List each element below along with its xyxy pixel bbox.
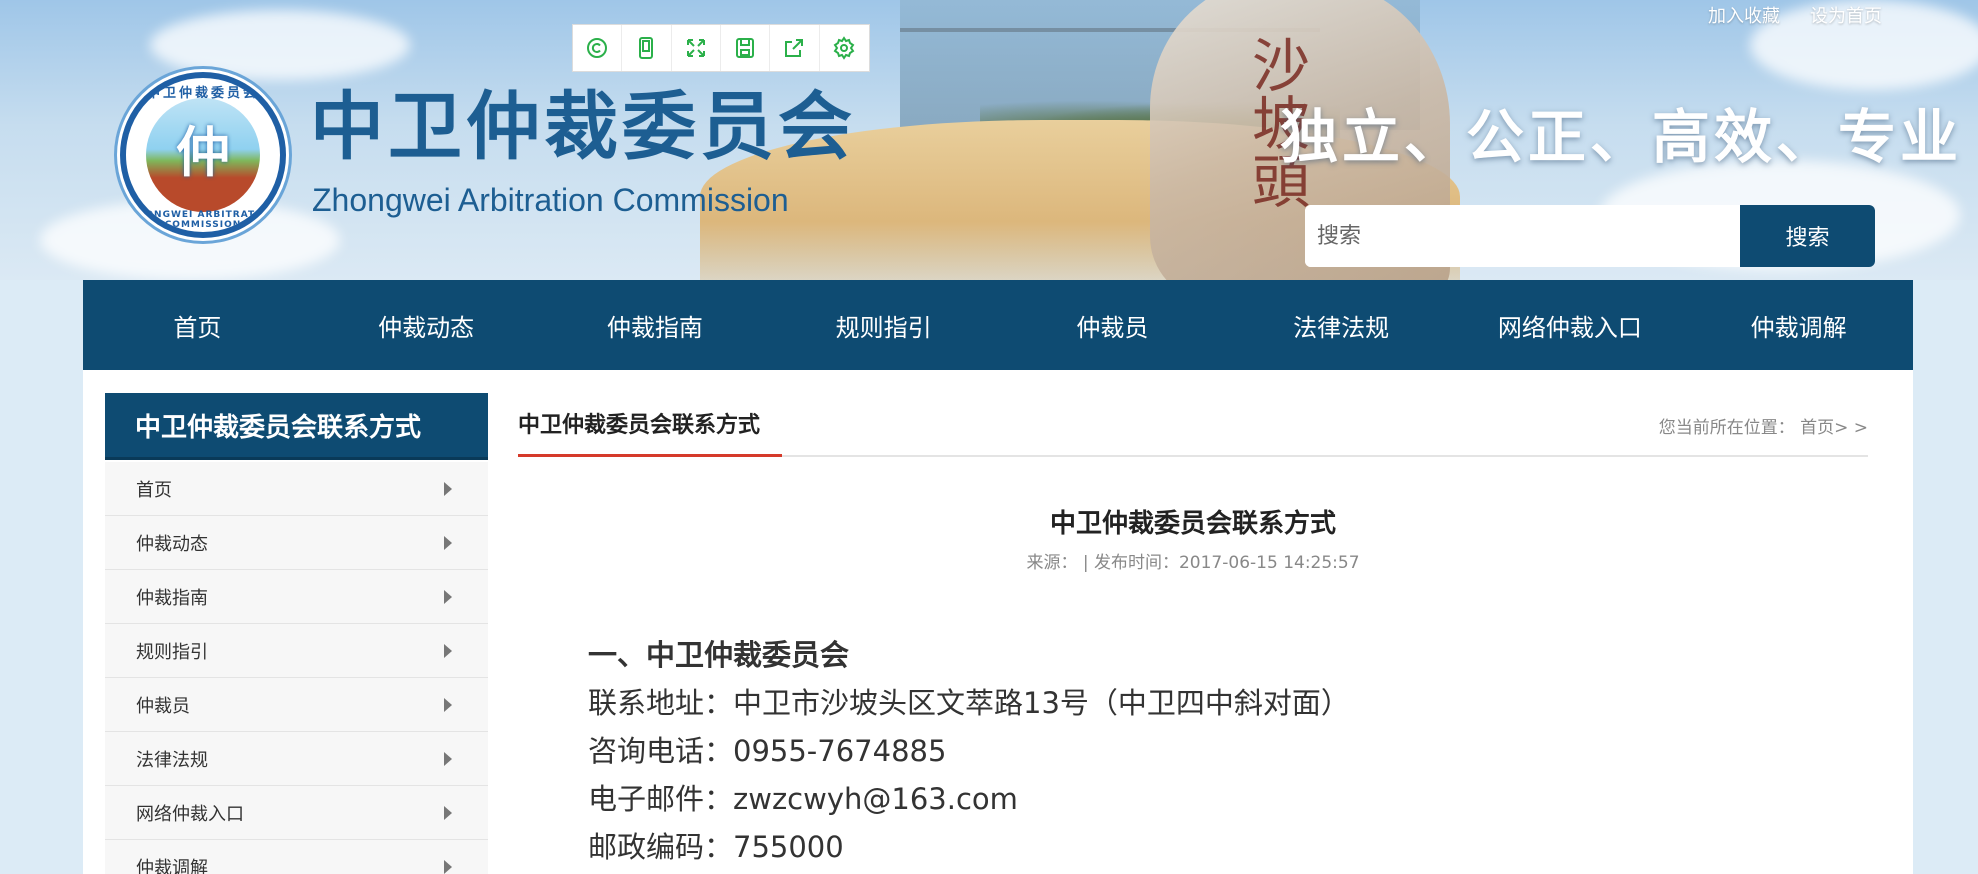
contact-phone: 咨询电话：0955-7674885 bbox=[588, 734, 947, 768]
settings-icon[interactable] bbox=[820, 25, 869, 71]
sidebar-item-label: 首页 bbox=[136, 479, 172, 501]
add-favorite-link[interactable]: 加入收藏 bbox=[1708, 2, 1780, 28]
sidebar-item-home[interactable]: 首页 bbox=[105, 462, 488, 516]
sidebar: 中卫仲裁委员会联系方式 首页 仲裁动态 仲裁指南 规则指引 仲裁员 法律法规 网… bbox=[105, 393, 488, 874]
nav-item-mediation[interactable]: 仲裁调解 bbox=[1684, 280, 1913, 370]
sidebar-item-online-arbitration[interactable]: 网络仲裁入口 bbox=[105, 786, 488, 840]
top-links: 加入收藏 设为首页 bbox=[1708, 2, 1882, 28]
site-slogan: 独立、公正、高效、专业 bbox=[1280, 103, 1963, 171]
sidebar-item-guide[interactable]: 仲裁指南 bbox=[105, 570, 488, 624]
nav-item-guide[interactable]: 仲裁指南 bbox=[541, 280, 770, 370]
search-input[interactable] bbox=[1305, 205, 1740, 267]
content-area: 中卫仲裁委员会联系方式 首页 仲裁动态 仲裁指南 规则指引 仲裁员 法律法规 网… bbox=[83, 370, 1913, 874]
share-icon[interactable] bbox=[770, 25, 820, 71]
search-button[interactable]: 搜索 bbox=[1740, 205, 1875, 267]
fullscreen-icon[interactable] bbox=[672, 25, 721, 71]
sidebar-item-label: 法律法规 bbox=[136, 749, 208, 771]
logo-en-text: ZHONGWEI ARBITRATION COMMISSION bbox=[129, 210, 277, 230]
sidebar-item-label: 仲裁调解 bbox=[136, 857, 208, 874]
article-section-heading: 一、中卫仲裁委员会 bbox=[588, 638, 850, 672]
triangle-right-icon bbox=[444, 805, 452, 820]
contact-address: 联系地址：中卫市沙坡头区文萃路13号（中卫四中斜对面） bbox=[588, 686, 1350, 720]
section-title-underline bbox=[518, 454, 782, 457]
main-content: 中卫仲裁委员会联系方式 您当前所在位置： 首页> > 中卫仲裁委员会联系方式 来… bbox=[518, 393, 1868, 871]
header-banner: 沙坡頭 中卫仲裁委员会 仲 ZHONGWEI ARBITRATION COMMI… bbox=[0, 0, 1978, 280]
breadcrumb[interactable]: 您当前所在位置： 首页> > bbox=[1659, 413, 1868, 438]
sidebar-list: 首页 仲裁动态 仲裁指南 规则指引 仲裁员 法律法规 网络仲裁入口 仲裁调解 bbox=[105, 462, 488, 874]
nav-item-laws[interactable]: 法律法规 bbox=[1227, 280, 1456, 370]
nav-item-home[interactable]: 首页 bbox=[83, 280, 312, 370]
sidebar-item-mediation[interactable]: 仲裁调解 bbox=[105, 840, 488, 874]
accessibility-toolbar bbox=[572, 24, 870, 72]
article-title: 中卫仲裁委员会联系方式 bbox=[1049, 509, 1336, 539]
sidebar-item-label: 网络仲裁入口 bbox=[136, 803, 244, 825]
logo-glyph: 仲 bbox=[176, 120, 230, 184]
triangle-right-icon bbox=[444, 535, 452, 550]
sidebar-title: 中卫仲裁委员会联系方式 bbox=[105, 393, 488, 460]
article-meta: 来源： | 发布时间：2017-06-15 14:25:57 bbox=[1026, 553, 1360, 573]
banner-cloud bbox=[150, 10, 410, 80]
set-homepage-link[interactable]: 设为首页 bbox=[1810, 2, 1882, 28]
triangle-right-icon bbox=[444, 481, 452, 496]
accessibility-icon[interactable] bbox=[573, 25, 623, 71]
mobile-icon[interactable] bbox=[622, 25, 672, 71]
contact-email: 电子邮件：zwzcwyh@163.com bbox=[588, 782, 1018, 816]
site-title: 中卫仲裁委员会 bbox=[310, 84, 856, 170]
triangle-right-icon bbox=[444, 859, 452, 874]
site-logo[interactable]: 中卫仲裁委员会 仲 ZHONGWEI ARBITRATION COMMISSIO… bbox=[120, 72, 286, 238]
contact-postcode: 邮政编码：755000 bbox=[588, 830, 844, 864]
sidebar-item-label: 规则指引 bbox=[136, 641, 208, 663]
sidebar-item-laws[interactable]: 法律法规 bbox=[105, 732, 488, 786]
triangle-right-icon bbox=[444, 643, 452, 658]
sidebar-item-rules[interactable]: 规则指引 bbox=[105, 624, 488, 678]
search-box: 搜索 bbox=[1305, 205, 1875, 267]
save-icon[interactable] bbox=[721, 25, 771, 71]
section-title: 中卫仲裁委员会联系方式 bbox=[518, 413, 761, 438]
sidebar-item-arbitrators[interactable]: 仲裁员 bbox=[105, 678, 488, 732]
sidebar-item-news[interactable]: 仲裁动态 bbox=[105, 516, 488, 570]
nav-item-rules[interactable]: 规则指引 bbox=[769, 280, 998, 370]
site-title-en: Zhongwei Arbitration Commission bbox=[312, 182, 789, 218]
nav-item-news[interactable]: 仲裁动态 bbox=[312, 280, 541, 370]
nav-item-online-arbitration[interactable]: 网络仲裁入口 bbox=[1456, 280, 1685, 370]
section-header: 中卫仲裁委员会联系方式 您当前所在位置： 首页> > bbox=[518, 393, 1868, 457]
sidebar-item-label: 仲裁动态 bbox=[136, 533, 208, 555]
triangle-right-icon bbox=[444, 697, 452, 712]
triangle-right-icon bbox=[444, 589, 452, 604]
nav-item-arbitrators[interactable]: 仲裁员 bbox=[998, 280, 1227, 370]
triangle-right-icon bbox=[444, 751, 452, 766]
main-nav: 首页 仲裁动态 仲裁指南 规则指引 仲裁员 法律法规 网络仲裁入口 仲裁调解 bbox=[83, 280, 1913, 370]
article-body: 一、中卫仲裁委员会 联系地址：中卫市沙坡头区文萃路13号（中卫四中斜对面） 咨询… bbox=[588, 631, 1868, 871]
sidebar-item-label: 仲裁员 bbox=[136, 695, 190, 717]
sidebar-item-label: 仲裁指南 bbox=[136, 587, 208, 609]
